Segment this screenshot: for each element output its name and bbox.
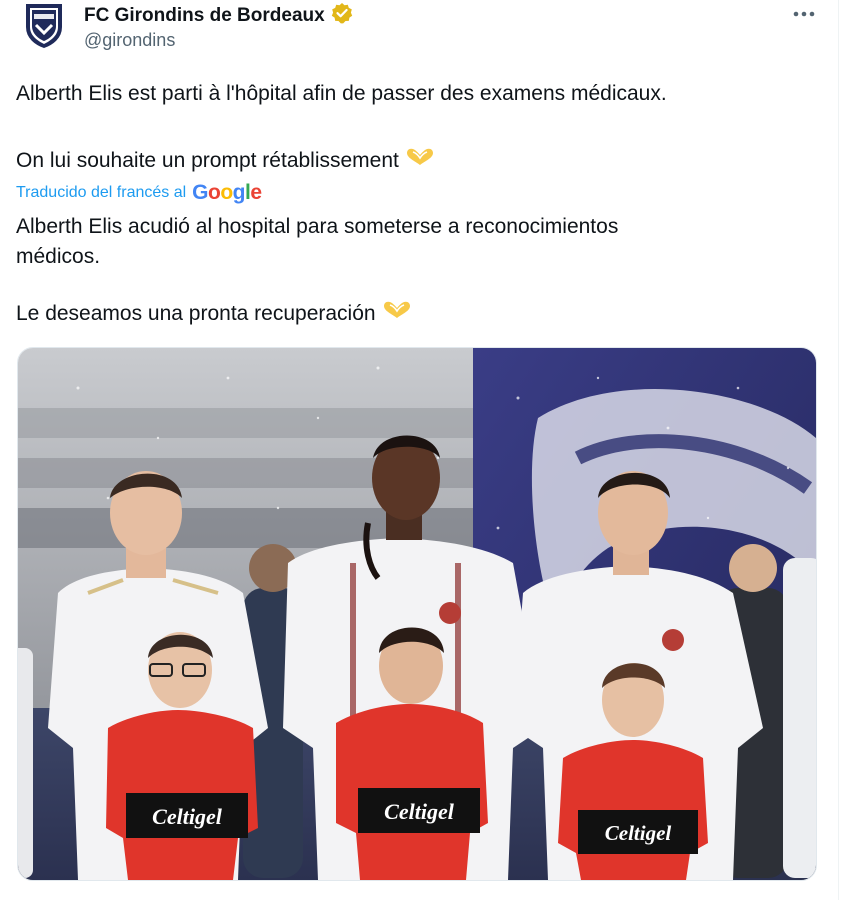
google-logo-letter: g bbox=[232, 181, 246, 204]
more-button[interactable] bbox=[784, 0, 824, 28]
girondins-crest-icon bbox=[26, 4, 62, 49]
google-logo: Google bbox=[192, 181, 262, 205]
shirt-sponsor-text: Celtigel bbox=[605, 821, 672, 845]
team-lineup-photo: Celtigel Celtigel Celtigel bbox=[18, 348, 816, 880]
translation-label[interactable]: Traducido del francés al bbox=[16, 184, 186, 202]
more-horizontal-icon bbox=[793, 11, 815, 17]
translated-text-line: médicos. bbox=[16, 245, 101, 268]
author-handle[interactable]: @girondins bbox=[84, 30, 175, 51]
shirt-sponsor-text: Celtigel bbox=[384, 799, 455, 824]
google-logo-letter: G bbox=[192, 181, 209, 204]
avatar[interactable] bbox=[16, 0, 72, 52]
google-logo-letter: o bbox=[220, 181, 233, 204]
google-logo-letter: o bbox=[208, 181, 221, 204]
google-logo-text: Google bbox=[192, 181, 262, 204]
translated-text-segment: Le deseamos una pronta recuperación bbox=[16, 302, 376, 325]
tweet-photo[interactable]: Celtigel Celtigel Celtigel bbox=[17, 347, 817, 881]
author-display-name[interactable]: FC Girondins de Bordeaux bbox=[84, 5, 325, 27]
shirt-sponsor-text: Celtigel bbox=[152, 804, 223, 829]
verified-badge-icon bbox=[331, 2, 353, 29]
tweet-text-segment: On lui souhaite un prompt rétablissement bbox=[16, 149, 399, 172]
translated-text-line: Le deseamos una pronta recuperación bbox=[16, 300, 412, 328]
heart-hands-emoji-icon bbox=[382, 300, 412, 328]
translated-text-line: Alberth Elis acudió al hospital para som… bbox=[16, 215, 619, 238]
translation-attribution[interactable]: Traducido del francés al Google bbox=[16, 181, 262, 205]
tweet-text-line: Alberth Elis est parti à l'hôpital afin … bbox=[16, 82, 667, 105]
heart-hands-emoji-icon bbox=[405, 147, 435, 175]
author-name-row[interactable]: FC Girondins de Bordeaux bbox=[84, 2, 353, 29]
timeline-border bbox=[838, 0, 839, 900]
tweet-text-line: On lui souhaite un prompt rétablissement bbox=[16, 147, 435, 175]
google-logo-letter: e bbox=[250, 181, 262, 204]
